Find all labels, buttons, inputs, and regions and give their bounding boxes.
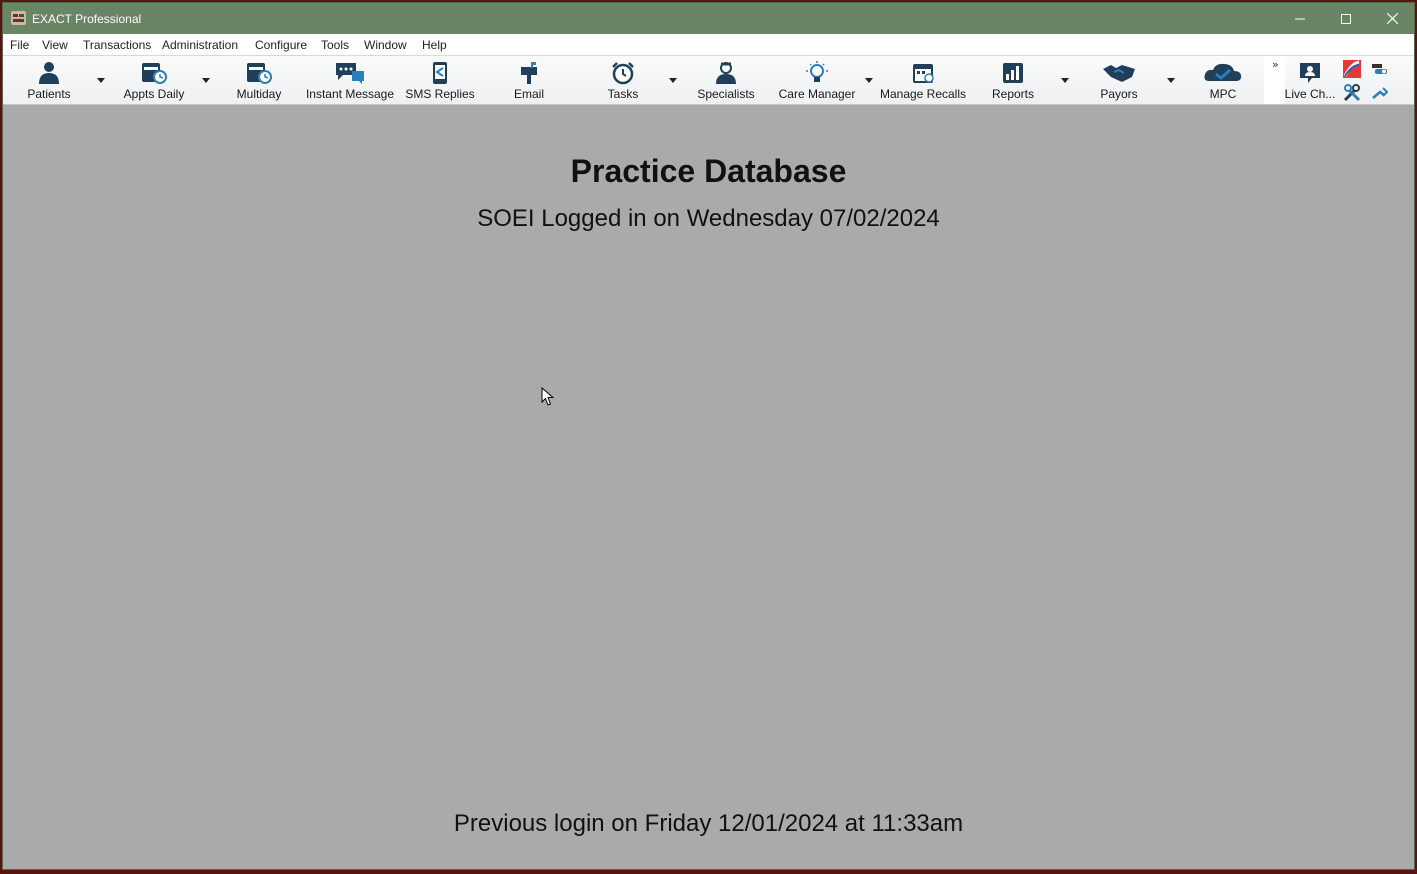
toolbar-mpc-button[interactable]: MPC [1199, 56, 1247, 104]
alarm-clock-icon [612, 62, 634, 85]
toolbar-payors-button[interactable]: Payors [1091, 56, 1147, 104]
appointments-icon [142, 63, 167, 84]
page-title: Practice Database [570, 153, 847, 189]
toolbar-multiday-button[interactable]: Multiday [231, 56, 287, 104]
toggle-switch-icon[interactable] [1371, 60, 1389, 78]
toolbar-patients-button[interactable]: Patients [21, 56, 77, 104]
menu-window[interactable]: Window [364, 38, 407, 52]
payors-dropdown-arrow[interactable] [1167, 78, 1175, 83]
sms-icon [433, 62, 447, 84]
window-title: EXACT Professional [32, 12, 142, 26]
menu-bar: File View Transactions Administration Co… [3, 34, 1414, 55]
menu-view[interactable]: View [42, 38, 68, 52]
lightbulb-icon [806, 61, 828, 82]
calendar-icon [913, 64, 934, 83]
main-window: EXACT Professional File View Transaction… [2, 2, 1415, 870]
toolbar-reports-button[interactable]: Reports [985, 56, 1041, 104]
main-toolbar: Patients Appts Daily Multiday Instant Me… [3, 55, 1414, 105]
toolbar-sms-replies-button[interactable]: SMS Replies [403, 56, 477, 104]
toolbar-overflow-chevron-icon[interactable]: » [1272, 58, 1279, 71]
maximize-button[interactable] [1323, 3, 1369, 34]
maximize-icon [1341, 13, 1351, 24]
close-button[interactable] [1369, 3, 1414, 34]
toolbar-live-chat-button[interactable]: Live Ch... [1283, 56, 1337, 104]
login-status: SOEI Logged in on Wednesday 07/02/2024 [477, 205, 940, 232]
appts-daily-dropdown-arrow[interactable] [202, 78, 210, 83]
menu-administration[interactable]: Administration [162, 38, 238, 52]
live-chat-icon [1300, 63, 1320, 83]
multiday-icon [247, 63, 272, 84]
minimize-icon [1295, 18, 1305, 19]
menu-transactions[interactable]: Transactions [83, 38, 151, 52]
toolbar-appts-daily-button[interactable]: Appts Daily [119, 56, 189, 104]
app-logo-icon [11, 11, 26, 25]
menu-help[interactable]: Help [422, 38, 447, 52]
back-arrow-icon[interactable] [1371, 84, 1389, 102]
handshake-icon [1103, 65, 1135, 82]
menu-file[interactable]: File [10, 38, 29, 52]
specialist-icon [716, 62, 736, 84]
cloud-check-icon [1204, 63, 1242, 81]
toolbar-tasks-button[interactable]: Tasks [595, 56, 651, 104]
patient-icon [39, 62, 59, 84]
reports-dropdown-arrow[interactable] [1061, 78, 1069, 83]
toolbar-specialists-button[interactable]: Specialists [693, 56, 759, 104]
patients-dropdown-arrow[interactable] [97, 78, 105, 83]
mouse-cursor-icon [541, 387, 555, 406]
toolbar-email-button[interactable]: Email [501, 56, 557, 104]
title-bar[interactable]: EXACT Professional [3, 3, 1414, 34]
toolbar-instant-message-button[interactable]: Instant Message [303, 56, 397, 104]
tools-icon[interactable] [1343, 84, 1361, 102]
minimize-button[interactable] [1277, 3, 1323, 34]
previous-login-status: Previous login on Friday 12/01/2024 at 1… [453, 810, 964, 837]
red-flag-icon[interactable] [1343, 60, 1361, 78]
chat-icon [336, 63, 364, 84]
toolbar-care-manager-button[interactable]: Care Manager [777, 56, 857, 104]
tasks-dropdown-arrow[interactable] [669, 78, 677, 83]
workspace-area: Practice Database SOEI Logged in on Wedn… [3, 105, 1414, 869]
mailbox-icon [521, 62, 537, 84]
care-manager-dropdown-arrow[interactable] [865, 78, 873, 83]
toolbar-manage-recalls-button[interactable]: Manage Recalls [879, 56, 967, 104]
menu-configure[interactable]: Configure [255, 38, 307, 52]
close-icon [1386, 13, 1398, 24]
menu-tools[interactable]: Tools [321, 38, 349, 52]
report-chart-icon [1003, 63, 1023, 83]
